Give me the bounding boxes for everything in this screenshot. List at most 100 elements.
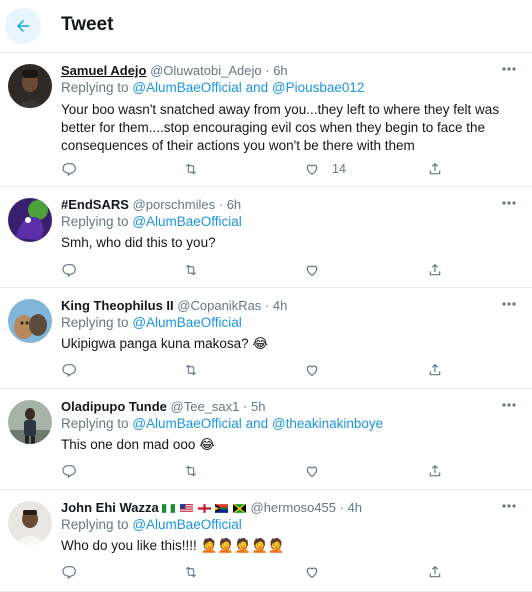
retweet-button[interactable] bbox=[183, 362, 199, 378]
more-options-icon[interactable] bbox=[500, 499, 518, 513]
reply-button[interactable] bbox=[61, 564, 77, 580]
tweet-text: Who do you like this!!!! 🤦🤦🤦🤦🤦 bbox=[61, 538, 285, 553]
mention-link[interactable]: @AlumBaeOfficial bbox=[132, 416, 242, 431]
timestamp[interactable]: 4h bbox=[273, 298, 287, 313]
separator-dot: · bbox=[243, 399, 248, 414]
reply-button[interactable] bbox=[61, 161, 77, 177]
like-icon bbox=[306, 365, 318, 377]
share-button[interactable] bbox=[427, 262, 443, 278]
handle[interactable]: @Oluwatobi_Adejo bbox=[150, 63, 261, 78]
reply-button[interactable] bbox=[61, 362, 77, 378]
avatar[interactable] bbox=[8, 299, 52, 343]
mention-link[interactable]: @AlumBaeOfficial bbox=[132, 80, 242, 95]
handle[interactable]: @porschmiles bbox=[133, 197, 216, 212]
replying-to: Replying to @AlumBaeOfficial and @Piousb… bbox=[61, 80, 364, 95]
share-button[interactable] bbox=[427, 463, 443, 479]
mention-link[interactable]: @AlumBaeOfficial bbox=[132, 214, 242, 229]
tweet[interactable]: #EndSARS @porschmiles · 6h Replying to @… bbox=[0, 188, 532, 288]
timestamp[interactable]: 5h bbox=[251, 399, 265, 414]
tweet-text: Your boo wasn't snatched away from you..… bbox=[61, 102, 500, 153]
like-button[interactable]: 14 bbox=[304, 161, 346, 177]
replying-to-label: Replying to bbox=[61, 214, 129, 229]
tweet-actions bbox=[61, 463, 461, 483]
usa-flag-icon bbox=[180, 504, 193, 513]
more-options-icon[interactable] bbox=[500, 62, 518, 76]
mention-link[interactable]: @theakinakinboye bbox=[272, 416, 383, 431]
like-button[interactable] bbox=[304, 463, 320, 479]
like-button[interactable] bbox=[304, 262, 320, 278]
reply-button[interactable] bbox=[61, 262, 77, 278]
tweet-actions bbox=[61, 362, 461, 382]
reply-icon bbox=[62, 163, 76, 177]
share-button[interactable] bbox=[427, 564, 443, 580]
tweet-actions bbox=[61, 262, 461, 282]
more-options-icon[interactable] bbox=[500, 297, 518, 311]
display-name[interactable]: John Ehi Wazza bbox=[61, 500, 159, 515]
tweet-text: This one don mad ooo 😂 bbox=[61, 437, 215, 452]
reply-icon bbox=[62, 465, 76, 479]
replying-to: Replying to @AlumBaeOfficial bbox=[61, 517, 242, 532]
mention-link[interactable]: @Piousbae012 bbox=[272, 80, 365, 95]
tweet-header: Oladipupo Tunde @Tee_sax1 · 5h bbox=[61, 399, 265, 414]
more-options-icon[interactable] bbox=[500, 196, 518, 210]
separator-dot: · bbox=[265, 63, 270, 78]
retweet-button[interactable] bbox=[183, 262, 199, 278]
reply-button[interactable] bbox=[61, 463, 77, 479]
retweet-button[interactable] bbox=[183, 161, 199, 177]
timestamp[interactable]: 6h bbox=[273, 63, 287, 78]
handle[interactable]: @CopanikRas bbox=[177, 298, 261, 313]
mention-link[interactable]: @AlumBaeOfficial bbox=[132, 315, 242, 330]
display-name[interactable]: #EndSARS bbox=[61, 197, 129, 212]
handle[interactable]: @Tee_sax1 bbox=[171, 399, 240, 414]
like-icon bbox=[306, 265, 318, 277]
timestamp[interactable]: 4h bbox=[348, 500, 362, 515]
replying-to: Replying to @AlumBaeOfficial bbox=[61, 214, 242, 229]
share-icon bbox=[429, 464, 441, 477]
avatar[interactable] bbox=[8, 64, 52, 108]
tweet[interactable]: Oladipupo Tunde @Tee_sax1 · 5h Replying … bbox=[0, 390, 532, 490]
tweet-text: Ukipigwa panga kuna makosa? 😂 bbox=[61, 336, 269, 351]
timestamp[interactable]: 6h bbox=[227, 197, 241, 212]
replying-to: Replying to @AlumBaeOfficial bbox=[61, 315, 242, 330]
retweet-button[interactable] bbox=[183, 463, 199, 479]
share-button[interactable] bbox=[427, 362, 443, 378]
nigeria-flag-icon bbox=[162, 504, 176, 513]
england-flag-icon bbox=[197, 504, 211, 513]
tweet[interactable]: King Theophilus II @CopanikRas · 4h Repl… bbox=[0, 289, 532, 389]
reply-icon bbox=[62, 264, 76, 278]
flag-icons bbox=[162, 500, 250, 515]
like-button[interactable] bbox=[304, 564, 320, 580]
more-options-icon[interactable] bbox=[500, 398, 518, 412]
page-title: Tweet bbox=[61, 14, 114, 35]
mention-link[interactable]: @AlumBaeOfficial bbox=[132, 517, 242, 532]
share-icon bbox=[429, 263, 441, 276]
retweet-icon bbox=[185, 566, 197, 578]
share-button[interactable] bbox=[427, 161, 443, 177]
arrow-left-icon bbox=[17, 20, 29, 32]
tweet-actions: 14 bbox=[61, 161, 461, 181]
tweet-header: #EndSARS @porschmiles · 6h bbox=[61, 197, 241, 212]
handle[interactable]: @hermoso455 bbox=[251, 500, 336, 515]
like-button[interactable] bbox=[304, 362, 320, 378]
south-africa-flag-icon bbox=[215, 504, 229, 513]
display-name[interactable]: Oladipupo Tunde bbox=[61, 399, 167, 414]
avatar[interactable] bbox=[8, 501, 52, 545]
replying-to-label: Replying to bbox=[61, 416, 129, 431]
tweet[interactable]: John Ehi Wazza @hermoso455 · 4h Replying… bbox=[0, 491, 532, 592]
back-button[interactable] bbox=[5, 8, 41, 44]
avatar[interactable] bbox=[8, 400, 52, 444]
retweet-icon bbox=[185, 465, 197, 477]
retweet-button[interactable] bbox=[183, 564, 199, 580]
tweet-actions bbox=[61, 564, 461, 584]
replying-to-label: Replying to bbox=[61, 315, 129, 330]
display-name[interactable]: King Theophilus II bbox=[61, 298, 174, 313]
separator-dot: · bbox=[339, 500, 344, 515]
tweet[interactable]: Samuel Adejo @Oluwatobi_Adejo · 6h Reply… bbox=[0, 54, 532, 187]
share-icon bbox=[429, 363, 441, 376]
like-icon bbox=[306, 164, 318, 176]
avatar[interactable] bbox=[8, 198, 52, 242]
display-name[interactable]: Samuel Adejo bbox=[61, 63, 146, 78]
reply-icon bbox=[62, 566, 76, 580]
tweet-header: King Theophilus II @CopanikRas · 4h bbox=[61, 298, 287, 313]
jamaica-flag-icon bbox=[232, 504, 246, 514]
